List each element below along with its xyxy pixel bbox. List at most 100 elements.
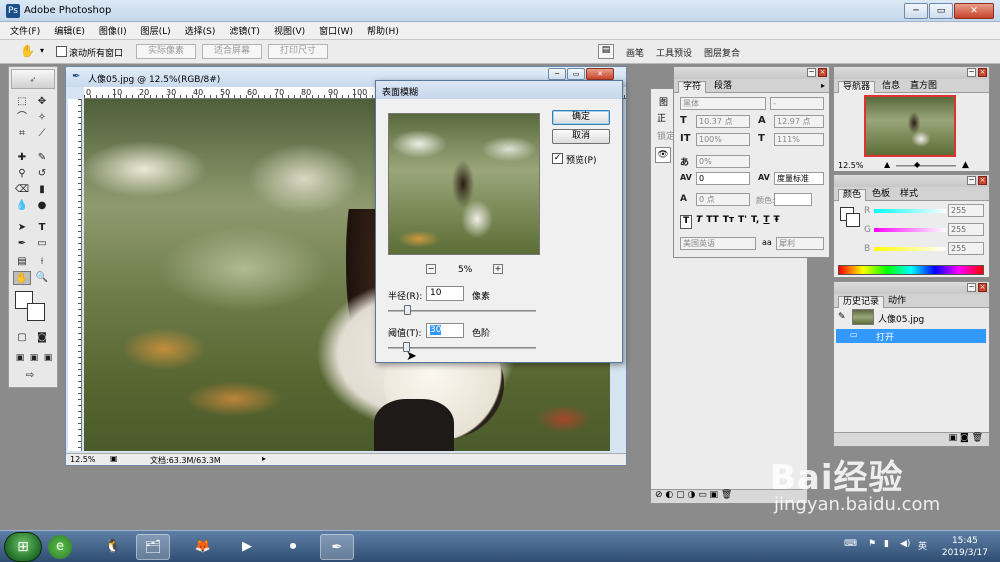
healing-brush-tool-icon[interactable]: ✚ <box>13 151 31 165</box>
leading-input[interactable]: 12.97 点 <box>774 115 824 128</box>
menu-edit[interactable]: 编辑(E) <box>54 24 85 37</box>
scroll-all-checkbox[interactable] <box>56 46 67 57</box>
tab-styles[interactable]: 样式 <box>896 189 922 201</box>
dodge-tool-icon[interactable]: ● <box>33 199 51 213</box>
restore-button[interactable]: ▭ <box>929 3 953 19</box>
background-color-swatch[interactable] <box>27 303 45 321</box>
navigator-panel-titlebar[interactable]: ─ × <box>834 67 989 79</box>
panel-close-button[interactable]: × <box>978 283 987 292</box>
layers-panel-tab[interactable]: 图 <box>659 95 668 108</box>
snapshot-name[interactable]: 人像05.jpg <box>878 312 924 325</box>
tab-tool-presets[interactable]: 工具预设 <box>656 46 692 59</box>
zoom-out-button[interactable]: − <box>426 264 436 274</box>
hand-tool-icon[interactable]: ✋ <box>20 44 35 58</box>
navigator-slider-thumb[interactable]: ◆ <box>914 160 920 169</box>
blur-tool-icon[interactable]: 💧 <box>13 199 31 213</box>
clock[interactable]: 15:45 2019/3/17 <box>942 535 988 559</box>
font-style-select[interactable]: - <box>770 97 824 110</box>
clone-stamp-tool-icon[interactable]: ⚲ <box>13 167 31 181</box>
green-channel-input[interactable]: 255 <box>948 223 984 236</box>
doc-restore-button[interactable]: ▭ <box>567 68 585 80</box>
tab-brushes[interactable]: 画笔 <box>626 46 644 59</box>
all-caps-button[interactable]: TT <box>706 215 719 229</box>
fit-screen-button[interactable]: 适合屏幕 <box>202 44 262 59</box>
blue-channel-input[interactable]: 255 <box>948 242 984 255</box>
minimize-button[interactable]: ─ <box>904 3 928 19</box>
history-panel-titlebar[interactable]: ─ × <box>834 282 989 294</box>
flag-icon[interactable]: ⚑ <box>868 539 876 549</box>
superscript-button[interactable]: T' <box>738 215 747 229</box>
subscript-button[interactable]: T, <box>751 215 759 229</box>
language-select[interactable]: 美国英语 <box>680 237 756 250</box>
tab-layer-comps[interactable]: 图层复合 <box>704 46 740 59</box>
keyboard-icon[interactable]: ⌨ <box>844 539 857 549</box>
menu-layer[interactable]: 图层(L) <box>141 24 171 37</box>
feather-logo-icon[interactable]: ➶ <box>11 69 55 89</box>
palette-well-icon[interactable]: ▤ <box>598 44 614 59</box>
tracking-ratio-input[interactable]: 0% <box>696 155 750 168</box>
vertical-ruler[interactable] <box>68 99 82 451</box>
marquee-tool-icon[interactable]: ⬚ <box>13 95 31 109</box>
network-icon[interactable]: ▮ <box>884 539 889 549</box>
menu-file[interactable]: 文件(F) <box>10 24 40 37</box>
input-method-icon[interactable]: 英 <box>918 539 927 552</box>
baseline-shift-input[interactable]: 0 点 <box>696 193 750 206</box>
move-tool-icon[interactable]: ✥ <box>33 95 51 109</box>
type-tool-icon[interactable]: T <box>33 221 51 235</box>
filter-preview[interactable] <box>388 113 540 255</box>
kerning-select[interactable]: 0 <box>696 172 750 185</box>
pen-tool-icon[interactable]: ✒ <box>13 237 31 251</box>
color-spectrum-bar[interactable] <box>838 265 984 275</box>
navigator-thumbnail[interactable] <box>864 95 956 157</box>
history-brush-source-icon[interactable]: ✎ <box>838 312 846 322</box>
qq-icon[interactable]: 🐧 <box>96 534 130 560</box>
radius-slider-thumb[interactable] <box>404 305 412 315</box>
tab-histogram[interactable]: 直方图 <box>906 81 941 93</box>
font-family-select[interactable]: 黑体 <box>680 97 766 110</box>
color-panel-titlebar[interactable]: ─ × <box>834 175 989 187</box>
tab-swatches[interactable]: 色板 <box>868 189 894 201</box>
eye-icon[interactable]: 👁 <box>655 147 671 163</box>
red-channel-slider[interactable] <box>874 209 946 213</box>
screen-recorder-icon[interactable]: ⏺ <box>276 534 310 560</box>
tab-paragraph[interactable]: 段落 <box>710 81 736 93</box>
menu-filter[interactable]: 滤镜(T) <box>229 24 260 37</box>
quick-mask-mode-icon[interactable]: ◙ <box>33 331 51 345</box>
panel-minimize-button[interactable]: ─ <box>967 68 976 77</box>
eraser-tool-icon[interactable]: ⌫ <box>13 183 31 197</box>
crop-tool-icon[interactable]: ⌗ <box>13 127 31 141</box>
panel-minimize-button[interactable]: ─ <box>807 68 816 77</box>
video-player-icon[interactable]: ▶ <box>230 534 264 560</box>
panel-minimize-button[interactable]: ─ <box>967 283 976 292</box>
print-size-button[interactable]: 打印尺寸 <box>268 44 328 59</box>
character-panel-titlebar[interactable]: ─ × <box>674 67 829 79</box>
background-color-swatch[interactable] <box>846 213 860 227</box>
tab-history[interactable]: 历史记录 <box>838 296 885 308</box>
zoom-in-icon[interactable]: ▲ <box>962 160 969 170</box>
actual-pixels-button[interactable]: 实际像素 <box>136 44 196 59</box>
tab-character[interactable]: 字符 <box>678 81 707 93</box>
faux-bold-button[interactable]: T <box>680 215 693 229</box>
ok-button[interactable]: 确定 <box>552 110 610 125</box>
menu-image[interactable]: 图像(I) <box>99 24 127 37</box>
text-color-swatch[interactable] <box>774 193 812 206</box>
menu-help[interactable]: 帮助(H) <box>367 24 399 37</box>
strikethrough-button[interactable]: Ŧ <box>773 215 779 229</box>
zoom-tool-icon[interactable]: 🔍 <box>33 271 51 285</box>
chevron-down-icon[interactable]: ▾ <box>40 46 44 55</box>
volume-icon[interactable]: ◀) <box>900 539 910 549</box>
eyedropper-tool-icon[interactable]: ⟊ <box>33 255 51 269</box>
cancel-button[interactable]: 取消 <box>552 129 610 144</box>
magic-wand-tool-icon[interactable]: ✧ <box>33 111 51 125</box>
font-size-input[interactable]: 10.37 点 <box>696 115 750 128</box>
vertical-scale-input[interactable]: 100% <box>696 133 750 146</box>
panel-close-button[interactable]: × <box>818 68 827 77</box>
panel-close-button[interactable]: × <box>978 176 987 185</box>
faux-italic-button[interactable]: T <box>696 215 702 229</box>
tab-info[interactable]: 信息 <box>878 81 904 93</box>
notes-tool-icon[interactable]: ▤ <box>13 255 31 269</box>
panel-close-button[interactable]: × <box>978 68 987 77</box>
hand-tool-icon[interactable]: ✋ <box>13 271 31 285</box>
status-menu-icon[interactable]: ▣ <box>110 454 118 463</box>
panel-minimize-button[interactable]: ─ <box>967 176 976 185</box>
